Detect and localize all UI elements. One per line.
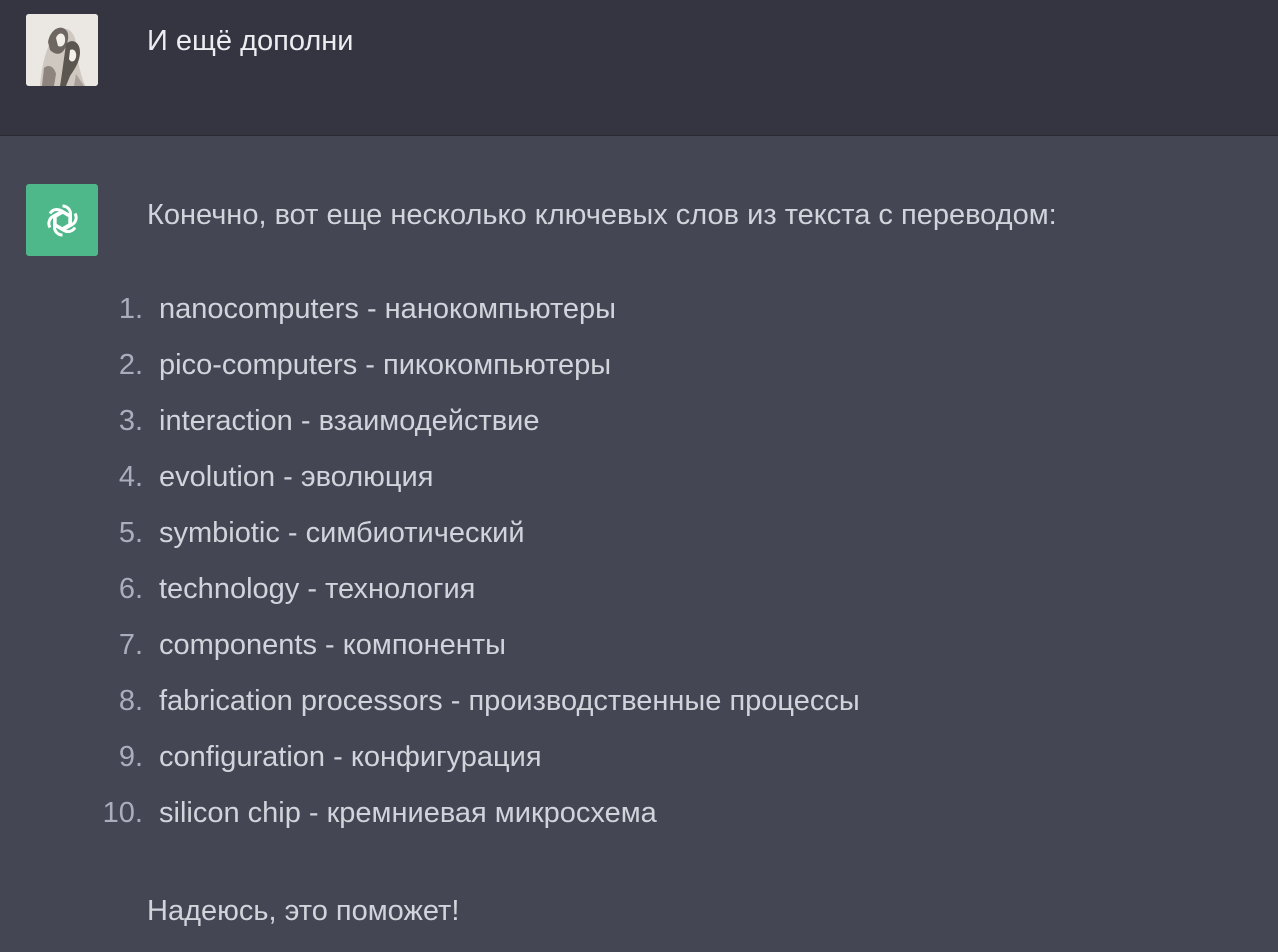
- list-item-text: configuration - конфигурация: [159, 741, 542, 773]
- assistant-avatar: [26, 184, 98, 256]
- list-item-number: 5.: [118, 517, 143, 549]
- user-message-text: И ещё дополни: [147, 25, 354, 57]
- assistant-intro-text: Конечно, вот еще несколько ключевых слов…: [147, 199, 1057, 231]
- list-item-number: 1.: [118, 293, 143, 325]
- list-item-number: 9.: [118, 741, 143, 773]
- list-item-text: components - компоненты: [159, 629, 506, 661]
- list-item-text: silicon chip - кремниевая микросхема: [159, 797, 657, 829]
- list-item-number: 7.: [118, 629, 143, 661]
- user-avatar: [26, 14, 98, 86]
- list-item-number: 4.: [118, 461, 143, 493]
- list-item-text: evolution - эволюция: [159, 461, 434, 493]
- assistant-outro-text: Надеюсь, это поможет!: [147, 895, 460, 927]
- list-item-number: 6.: [118, 573, 143, 605]
- list-item-number: 2.: [118, 349, 143, 381]
- list-item-text: nanocomputers - нанокомпьютеры: [159, 293, 617, 325]
- list-item-number: 8.: [118, 685, 143, 717]
- list-item-text: fabrication processors - производственны…: [159, 685, 860, 717]
- list-item-number: 10.: [102, 797, 143, 829]
- list-item-number: 3.: [118, 405, 143, 437]
- user-message-row: И ещё дополни: [0, 0, 1278, 136]
- list-item-text: interaction - взаимодействие: [159, 405, 540, 437]
- openai-logo-icon: [46, 204, 78, 236]
- list-item-text: symbiotic - симбиотический: [159, 517, 525, 549]
- user-photo-avatar-icon: [26, 14, 98, 86]
- assistant-message-row: Конечно, вот еще несколько ключевых слов…: [0, 136, 1278, 952]
- list-item-text: pico-computers - пикокомпьютеры: [159, 349, 612, 381]
- list-item-text: technology - технология: [159, 573, 476, 605]
